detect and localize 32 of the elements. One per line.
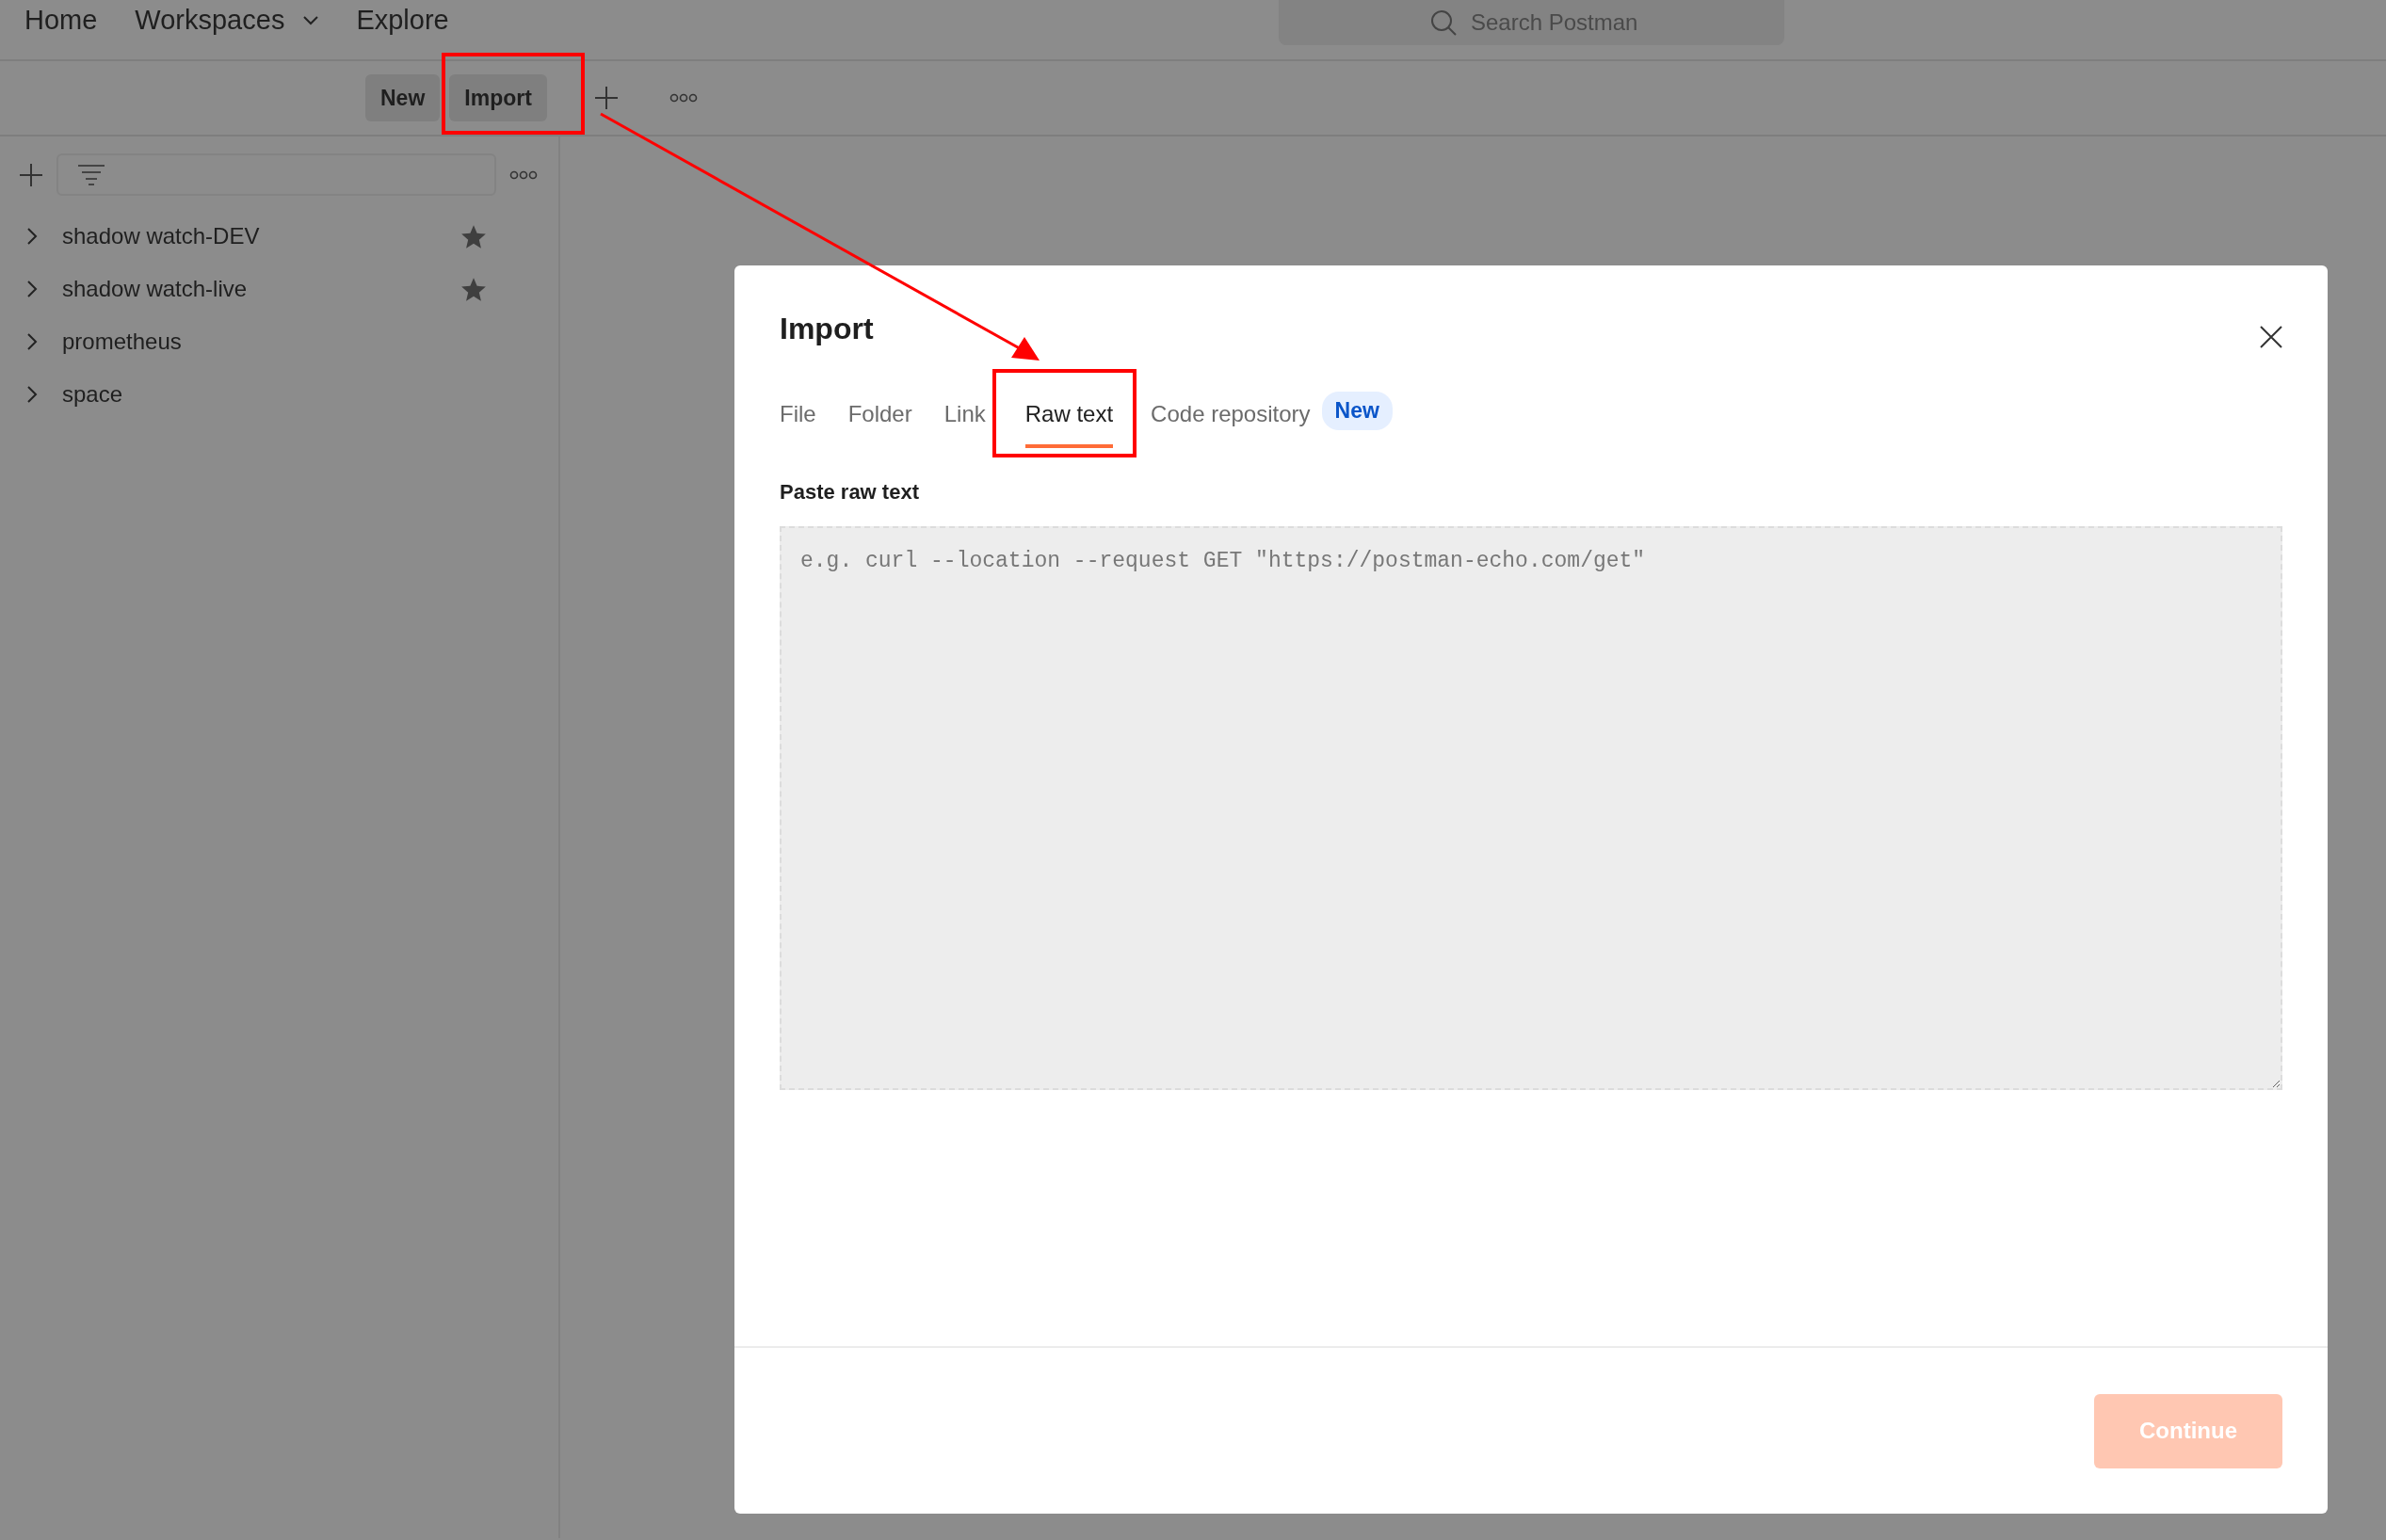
- collection-name[interactable]: shadow watch-live: [62, 272, 436, 306]
- plus-icon[interactable]: [19, 162, 43, 187]
- nav-link[interactable]: Workspaces: [135, 0, 319, 41]
- star-icon[interactable]: [460, 276, 487, 302]
- plus-icon[interactable]: [593, 86, 619, 110]
- nav-link[interactable]: Home: [24, 0, 98, 41]
- chevron-right-icon[interactable]: [26, 280, 38, 298]
- tab[interactable]: Raw text: [1024, 392, 1114, 448]
- collection-name[interactable]: shadow watch-DEV: [62, 219, 436, 253]
- dialog-title: Import: [780, 311, 874, 347]
- toolbar-button[interactable]: New: [365, 73, 441, 122]
- chevron-right-icon[interactable]: [26, 385, 38, 404]
- tab[interactable]: Link: [943, 392, 986, 448]
- search-icon: [1429, 8, 1458, 37]
- more-icon[interactable]: [509, 169, 538, 180]
- collection-name[interactable]: space: [62, 377, 487, 411]
- filter-field[interactable]: [56, 153, 496, 196]
- chevron-right-icon[interactable]: [26, 227, 38, 246]
- filter-icon[interactable]: [77, 163, 105, 186]
- chevron-right-icon[interactable]: [26, 332, 38, 351]
- close-icon[interactable]: [2260, 326, 2282, 348]
- collection-name[interactable]: prometheus: [62, 325, 487, 359]
- star-icon[interactable]: [460, 223, 487, 249]
- raw-text-field[interactable]: e.g. curl --location --request GET "https://postman-echo.com/get": [780, 526, 2282, 1090]
- toolbar-button[interactable]: Import: [449, 73, 547, 122]
- nav-link[interactable]: Explore: [356, 0, 449, 41]
- tab[interactable]: File: [780, 392, 816, 448]
- new-tag: New: [1321, 392, 1393, 430]
- more-icon[interactable]: [669, 93, 698, 103]
- tab[interactable]: Folder: [847, 392, 912, 448]
- field-label: Paste raw text: [780, 479, 920, 505]
- tab[interactable]: Code repository: [1151, 392, 1311, 448]
